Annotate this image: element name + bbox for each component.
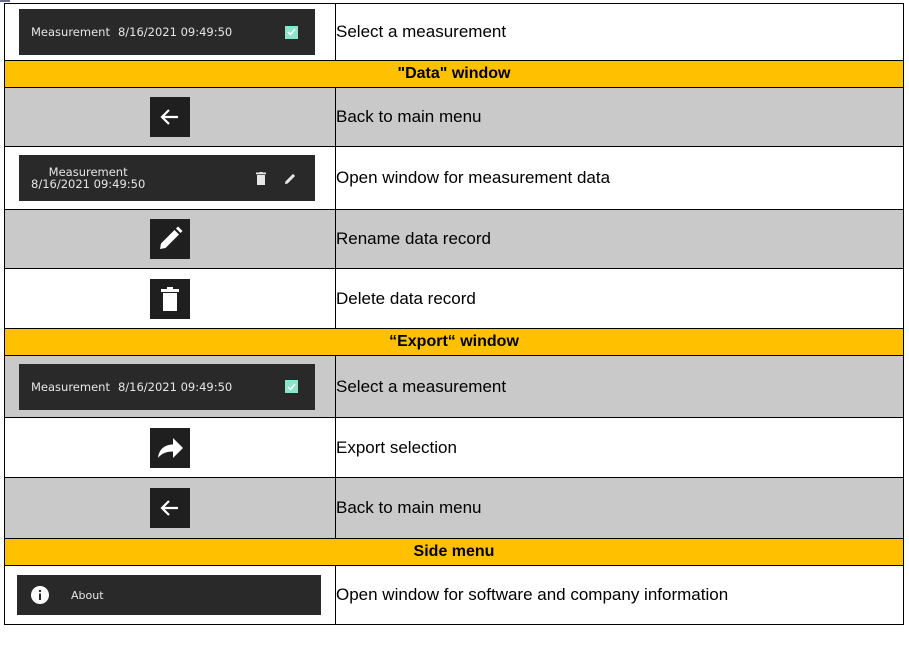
measurement-label: Measurement xyxy=(31,25,110,39)
rename-button[interactable] xyxy=(150,219,190,259)
measurement-datetime: 8/16/2021 09:49:50 xyxy=(117,379,233,394)
section-title: “Export“ window xyxy=(4,328,904,356)
table-row: Measurement 8/16/2021 09:49:50 Select a m… xyxy=(4,3,904,61)
export-button[interactable] xyxy=(150,427,190,468)
table-row: Rename data record xyxy=(4,209,904,269)
back-button[interactable] xyxy=(150,488,190,528)
info-icon xyxy=(31,586,49,604)
icon-cell xyxy=(4,417,336,478)
description-cell: Delete data record xyxy=(335,268,904,329)
arrow-left-icon xyxy=(160,500,178,516)
icon-cell: About xyxy=(4,565,336,625)
measurement-item[interactable]: Measurement 8/16/2021 09:49:50 xyxy=(19,363,315,410)
table-row: About Open window for software and compa… xyxy=(4,565,904,625)
measurement-datetime: 8/16/2021 09:49:50 xyxy=(117,25,233,39)
section-header: Side menu xyxy=(4,538,904,566)
description-cell: Open window for software and company inf… xyxy=(335,565,904,625)
about-menu-item[interactable]: About xyxy=(17,575,321,615)
description-cell: Export selection xyxy=(335,417,904,478)
icon-cell xyxy=(4,477,336,539)
icon-cell: Measurement 8/16/2021 09:49:50 xyxy=(4,355,336,418)
description-cell: Open window for measurement data xyxy=(335,146,904,210)
checkbox-checked-icon[interactable] xyxy=(285,25,298,39)
description-cell: Select a measurement xyxy=(335,355,904,418)
pencil-icon[interactable] xyxy=(284,172,297,185)
share-arrow-icon xyxy=(158,437,183,458)
section-header: "Data" window xyxy=(4,60,904,88)
description-cell: Select a measurement xyxy=(335,3,904,61)
table-row: Delete data record xyxy=(4,268,904,329)
table-row: Back to main menu xyxy=(4,477,904,539)
back-button[interactable] xyxy=(150,97,190,137)
icon-cell xyxy=(4,87,336,147)
trash-icon xyxy=(161,286,179,311)
measurement-record-item[interactable]: Measurement 8/16/2021 09:49:50 xyxy=(19,155,315,201)
about-label: About xyxy=(71,588,104,602)
section-title: Side menu xyxy=(4,538,904,566)
arrow-left-icon xyxy=(160,109,178,125)
trash-icon[interactable] xyxy=(256,171,266,185)
description-cell: Rename data record xyxy=(335,209,904,269)
description-cell: Back to main menu xyxy=(335,477,904,539)
section-title: "Data" window xyxy=(4,60,904,88)
delete-button[interactable] xyxy=(150,278,190,319)
icon-cell xyxy=(4,268,336,329)
manual-table: Measurement 8/16/2021 09:49:50 Select a m… xyxy=(4,3,904,625)
table-row: Export selection xyxy=(4,417,904,478)
icon-cell: Measurement 8/16/2021 09:49:50 xyxy=(4,146,336,210)
checkbox-checked-icon[interactable] xyxy=(285,380,298,393)
table-row: Measurement 8/16/2021 09:49:50 Open wind… xyxy=(4,146,904,210)
measurement-datetime: 8/16/2021 09:49:50 xyxy=(31,177,146,191)
icon-cell: Measurement 8/16/2021 09:49:50 xyxy=(4,3,336,61)
pencil-icon xyxy=(160,226,183,249)
icon-cell xyxy=(4,209,336,269)
table-row: Back to main menu xyxy=(4,87,904,147)
description-cell: Back to main menu xyxy=(335,87,904,147)
measurement-item[interactable]: Measurement 8/16/2021 09:49:50 xyxy=(19,9,315,55)
section-header: “Export“ window xyxy=(4,328,904,356)
table-row: Measurement 8/16/2021 09:49:50 Select a m… xyxy=(4,355,904,418)
measurement-label: Measurement xyxy=(31,379,110,394)
